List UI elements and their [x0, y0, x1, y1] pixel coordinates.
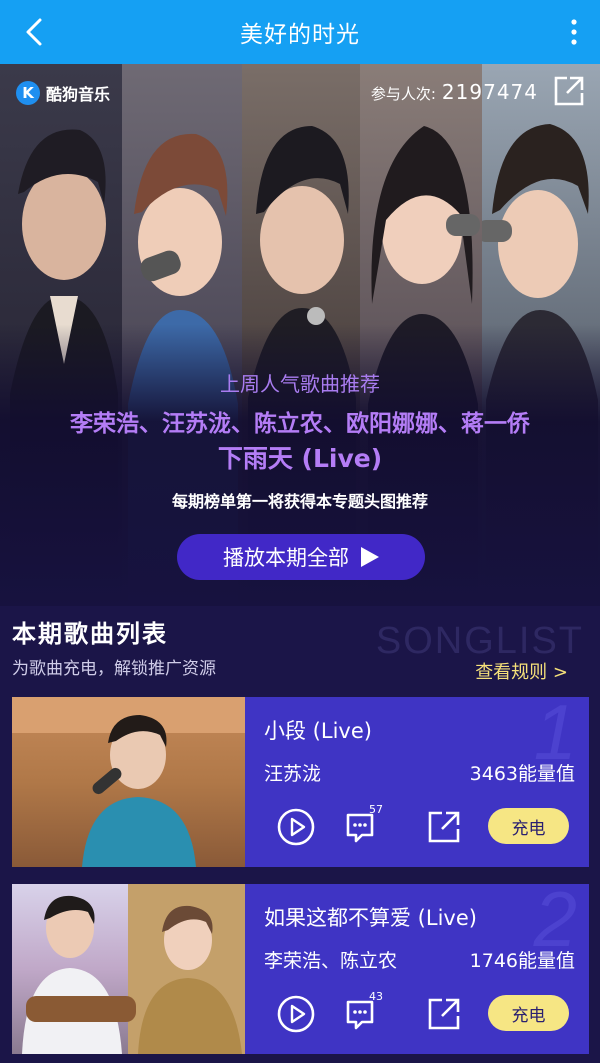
back-arrow-icon[interactable]	[18, 14, 50, 50]
share-icon[interactable]	[424, 994, 464, 1034]
song-title[interactable]: 小段 (Live)	[264, 715, 372, 745]
play-all-button[interactable]: 播放本期全部	[177, 534, 425, 580]
kugou-logo-text: 酷狗音乐	[46, 85, 111, 104]
song-artist: 李荣浩、陈立农	[264, 950, 398, 972]
song-energy: 3463能量值	[469, 763, 575, 785]
song-thumbnail[interactable]	[12, 884, 245, 1054]
play-triangle-icon	[361, 547, 379, 567]
participants-count: 2197474	[441, 80, 538, 104]
share-icon[interactable]	[552, 74, 586, 108]
view-rules-link[interactable]: 查看规则 >	[475, 658, 568, 684]
songlist-header: SONGLIST 本期歌曲列表 为歌曲充电，解锁推广资源 查看规则 >	[0, 606, 600, 696]
songlist-watermark: SONGLIST	[375, 620, 584, 662]
hero-song-title: 下雨天 (Live)	[217, 444, 383, 473]
songlist-title: 本期歌曲列表	[12, 620, 168, 648]
participants-counter: 参与人次: 2197474	[371, 80, 538, 106]
kugou-logo: K 酷狗音乐	[16, 80, 110, 106]
participants-label: 参与人次:	[370, 85, 436, 103]
song-thumbnail[interactable]	[12, 697, 245, 867]
play-icon[interactable]	[276, 994, 316, 1034]
charge-button[interactable]: 充电	[488, 995, 569, 1031]
hero-gradient	[0, 64, 600, 606]
songlist-subtitle: 为歌曲充电，解锁推广资源	[12, 659, 216, 679]
song-title[interactable]: 如果这都不算爱 (Live)	[264, 902, 477, 932]
play-all-label: 播放本期全部	[223, 546, 349, 570]
song-card: 2 如果这都不算爱 (Live) 李荣浩、陈立农 1746能量值 43 充电	[12, 884, 589, 1054]
page-title: 美好的时光	[240, 22, 360, 48]
song-artist: 汪苏泷	[264, 763, 322, 785]
top-bar: 美好的时光	[0, 0, 600, 64]
song-energy: 1746能量值	[469, 950, 575, 972]
charge-button[interactable]: 充电	[488, 808, 569, 844]
comment-count: 43	[369, 990, 383, 1003]
song-card: 1 小段 (Live) 汪苏泷 3463能量值 57 充电	[12, 697, 589, 867]
hero-note: 每期榜单第一将获得本专题头图推荐	[171, 492, 428, 511]
share-icon[interactable]	[424, 807, 464, 847]
hero-banner: K 酷狗音乐 参与人次: 2197474 上周人气歌曲推荐 李荣浩、汪苏泷、陈立…	[0, 64, 600, 606]
play-icon[interactable]	[276, 807, 316, 847]
hero-subtitle: 上周人气歌曲推荐	[220, 372, 380, 396]
comment-count: 57	[369, 803, 383, 816]
more-dots-icon[interactable]	[568, 16, 580, 48]
kugou-logo-icon: K	[16, 81, 40, 105]
hero-artists: 李荣浩、汪苏泷、陈立农、欧阳娜娜、蒋一侨	[70, 411, 530, 437]
